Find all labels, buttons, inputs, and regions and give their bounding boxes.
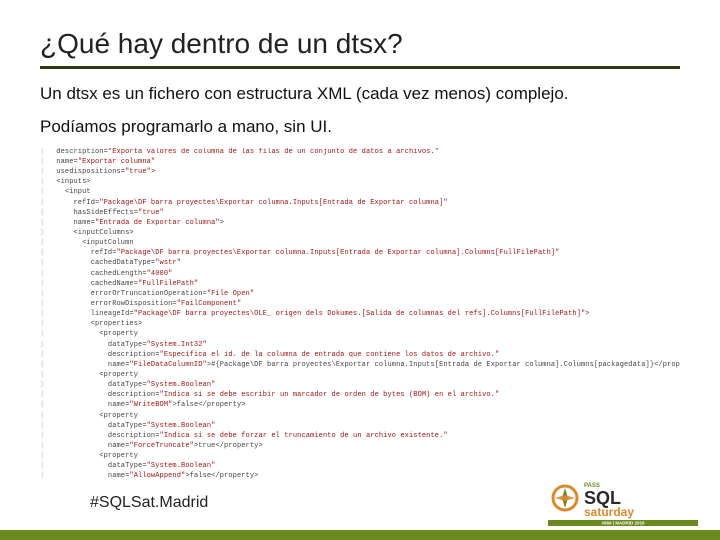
body-line-1: Un dtsx es un fichero con estructura XML…	[40, 83, 680, 106]
compass-icon	[553, 486, 577, 510]
logo-edition-text: #569 | MADRID 2016	[601, 521, 645, 526]
xml-code-block: | description="Exporta valores de column…	[40, 147, 680, 482]
logo-saturday-text: saturday	[584, 505, 634, 519]
slide: ¿Qué hay dentro de un dtsx? Un dtsx es u…	[0, 0, 720, 540]
footer-green-strip	[0, 530, 720, 540]
sqlsaturday-logo: PASS SQL saturday #569 | MADRID 2016	[548, 476, 698, 526]
title-rule	[40, 66, 680, 69]
slide-title: ¿Qué hay dentro de un dtsx?	[40, 28, 680, 60]
slide-footer: #SQLSat.Madrid PASS SQL saturday #569 | …	[0, 470, 720, 540]
hashtag: #SQLSat.Madrid	[90, 494, 208, 512]
body-line-2: Podíamos programarlo a mano, sin UI.	[40, 116, 680, 139]
